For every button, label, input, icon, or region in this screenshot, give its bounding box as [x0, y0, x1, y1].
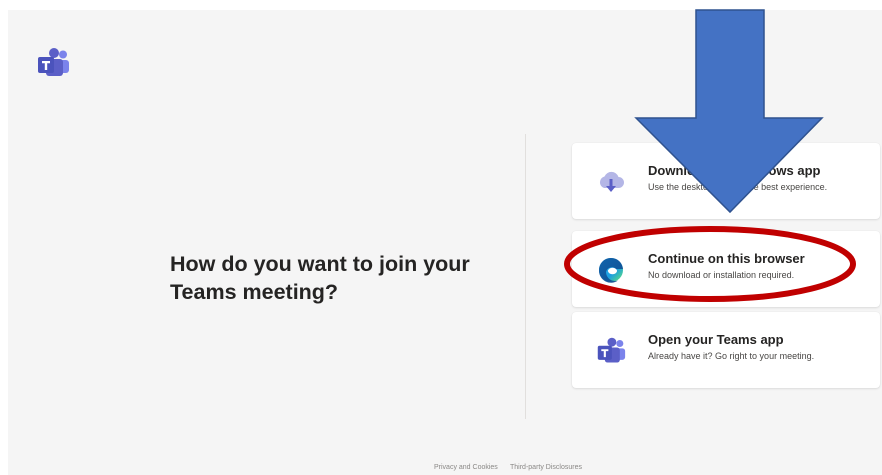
option-title: Continue on this browser — [648, 251, 805, 266]
edge-browser-icon — [598, 257, 623, 283]
page-title: How do you want to join your Teams meeti… — [170, 252, 470, 304]
join-page: How do you want to join your Teams meeti… — [8, 10, 882, 475]
option-title: Download the Windows app — [648, 163, 821, 178]
option-description: No download or installation required. — [648, 270, 795, 280]
download-cloud-icon — [599, 171, 624, 192]
option-title: Open your Teams app — [648, 332, 784, 347]
privacy-link[interactable]: Privacy and Cookies — [434, 464, 498, 471]
divider — [525, 134, 526, 419]
option-description: Already have it? Go right to your meetin… — [648, 351, 815, 361]
download-windows-app-option[interactable]: Download the Windows app Use the desktop… — [572, 143, 880, 219]
continue-on-browser-option[interactable]: Continue on this browser No download or … — [572, 231, 880, 307]
teams-logo-icon — [38, 48, 69, 76]
option-description: Use the desktop app for the best experie… — [648, 182, 828, 192]
teams-logo-icon — [597, 337, 626, 363]
open-teams-app-option[interactable]: Open your Teams app Already have it? Go … — [572, 312, 880, 388]
third-party-disclosures-link[interactable]: Third-party Disclosures — [510, 464, 582, 471]
